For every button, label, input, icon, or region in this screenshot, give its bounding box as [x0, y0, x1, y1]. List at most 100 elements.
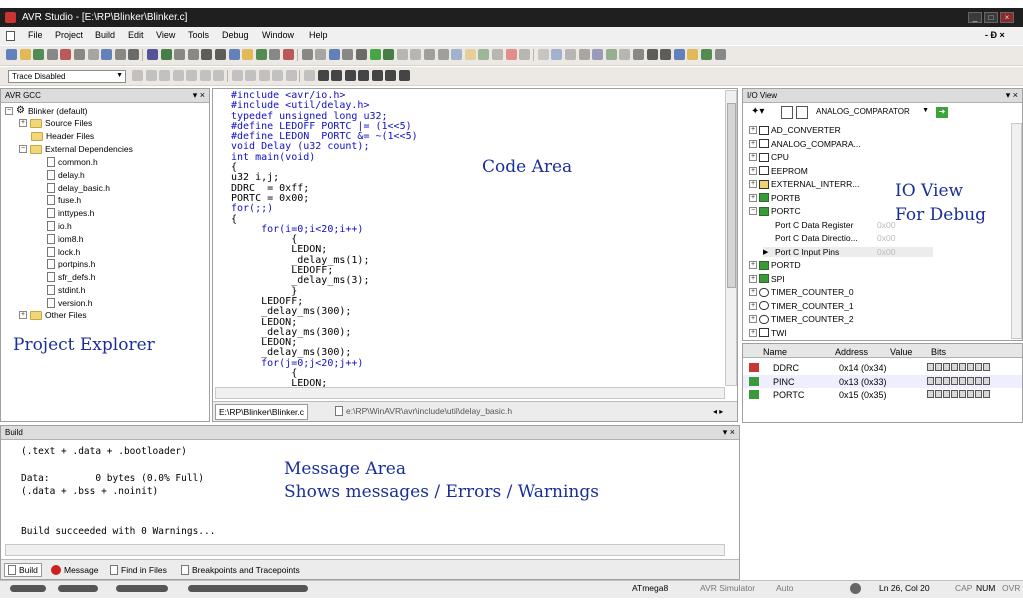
- tree-file[interactable]: version.h: [47, 297, 93, 308]
- toolbar-button-icon[interactable]: [398, 70, 410, 81]
- io-scrollbar[interactable]: [1011, 123, 1022, 339]
- toolbar-button-icon[interactable]: [605, 49, 617, 60]
- col-name[interactable]: Name: [763, 347, 787, 357]
- bit-cell[interactable]: [967, 390, 974, 398]
- toolbar-button-icon[interactable]: [242, 49, 254, 60]
- menu-file[interactable]: File: [28, 30, 43, 40]
- expand-icon[interactable]: +: [749, 261, 757, 269]
- toolbar-button-icon[interactable]: [687, 49, 699, 60]
- toolbar-button-icon[interactable]: [537, 49, 549, 60]
- toolbar-button-icon[interactable]: [492, 49, 503, 60]
- expand-icon[interactable]: +: [749, 193, 757, 202]
- bit-cell[interactable]: [935, 363, 942, 371]
- io-tree-item[interactable]: + SPI: [749, 274, 785, 284]
- toolbar-button-icon[interactable]: [369, 49, 381, 60]
- menu-window[interactable]: Window: [262, 30, 294, 40]
- toolbar-button-icon[interactable]: [660, 49, 672, 60]
- collapse-icon[interactable]: −: [5, 106, 13, 115]
- toolbar-button-icon[interactable]: [172, 70, 184, 81]
- bit-cell[interactable]: [975, 390, 982, 398]
- panel-controls[interactable]: ▾ ×: [723, 427, 735, 438]
- toolbar-button-icon[interactable]: [159, 70, 170, 81]
- expand-icon[interactable]: +: [19, 119, 27, 127]
- view-grid-icon[interactable]: [796, 106, 808, 119]
- bit-cell[interactable]: [959, 363, 966, 371]
- bit-cell[interactable]: [959, 390, 966, 398]
- toolbar-button-icon[interactable]: [213, 70, 224, 81]
- bit-cell[interactable]: [983, 390, 990, 398]
- tab-find-in-files[interactable]: Find in Files: [110, 565, 167, 575]
- io-tree-item[interactable]: + CPU: [749, 152, 789, 162]
- minimize-button[interactable]: _: [968, 12, 982, 23]
- toolbar-button-icon[interactable]: [565, 49, 576, 60]
- toolbar-button-icon[interactable]: [245, 70, 256, 81]
- expand-icon[interactable]: +: [749, 328, 757, 337]
- register-row[interactable]: PORTC 0x15 (0x35): [743, 388, 1022, 401]
- taskbar-pill[interactable]: [116, 585, 168, 592]
- wand-icon[interactable]: ✦▾: [751, 106, 771, 120]
- toolbar-button-icon[interactable]: [551, 49, 563, 60]
- mdi-controls[interactable]: - Ɖ ×: [985, 30, 1005, 40]
- tree-file[interactable]: common.h: [47, 157, 98, 167]
- toolbar-button-icon[interactable]: [317, 70, 329, 81]
- toolbar-button-icon[interactable]: [272, 70, 283, 81]
- toolbar-button-icon[interactable]: [74, 49, 85, 60]
- tree-file[interactable]: sfr_defs.h: [47, 272, 95, 283]
- toolbar-button-icon[interactable]: [215, 49, 226, 60]
- toolbar-button-icon[interactable]: [186, 70, 197, 81]
- toolbar-button-icon[interactable]: [145, 70, 157, 81]
- toolbar-button-icon[interactable]: [646, 49, 658, 60]
- bit-cell[interactable]: [943, 376, 950, 385]
- toolbar-button-icon[interactable]: [714, 49, 726, 60]
- tab-scroll-arrows[interactable]: ◂ ▸: [713, 407, 723, 416]
- toolbar-button-icon[interactable]: [128, 49, 140, 60]
- col-bits[interactable]: Bits: [931, 347, 946, 357]
- bit-cell[interactable]: [951, 363, 958, 371]
- toolbar-button-icon[interactable]: [424, 49, 435, 60]
- toolbar-button-icon[interactable]: [519, 49, 531, 60]
- io-tree-item[interactable]: + AD_CONVERTER: [749, 125, 841, 135]
- tab-build[interactable]: Build: [4, 563, 42, 577]
- device-combo[interactable]: ANALOG_COMPARATOR ▼: [813, 106, 931, 119]
- toolbar-button-icon[interactable]: [451, 49, 463, 60]
- bit-cell[interactable]: [943, 363, 950, 371]
- io-register-item[interactable]: ▶ Port C Input Pins 0x00: [763, 246, 933, 257]
- collapse-icon[interactable]: −: [749, 207, 757, 215]
- toolbar-button-icon[interactable]: [199, 70, 211, 81]
- tree-file[interactable]: fuse.h: [47, 195, 81, 206]
- register-row[interactable]: DDRC 0x14 (0x34): [743, 361, 1022, 374]
- tree-file[interactable]: io.h: [47, 221, 72, 231]
- scroll-thumb[interactable]: [727, 103, 736, 288]
- toolbar-button-icon[interactable]: [619, 49, 631, 60]
- tree-file[interactable]: delay.h: [47, 169, 85, 180]
- io-tree-item[interactable]: + PORTB: [749, 193, 800, 203]
- toolbar-button-icon[interactable]: [255, 49, 267, 60]
- menu-edit[interactable]: Edit: [128, 30, 144, 40]
- expand-icon[interactable]: +: [749, 180, 757, 188]
- vertical-scrollbar[interactable]: [725, 90, 737, 386]
- collapse-icon[interactable]: −: [19, 145, 27, 153]
- toolbar-button-icon[interactable]: [258, 70, 270, 81]
- toolbar-button-icon[interactable]: [673, 49, 685, 60]
- bit-cell[interactable]: [951, 390, 958, 398]
- tree-file[interactable]: inttypes.h: [47, 208, 94, 219]
- bit-cell[interactable]: [935, 390, 942, 398]
- io-tree-item[interactable]: − PORTC: [749, 206, 801, 216]
- register-row[interactable]: PINC 0x13 (0x33): [743, 374, 1022, 388]
- toolbar-button-icon[interactable]: [592, 49, 604, 60]
- expand-icon[interactable]: +: [749, 126, 757, 134]
- tree-file[interactable]: delay_basic.h: [47, 182, 110, 193]
- panel-controls[interactable]: ▾ ×: [1006, 90, 1018, 101]
- menu-debug[interactable]: Debug: [222, 30, 249, 40]
- io-tree-item[interactable]: + TIMER_COUNTER_0: [749, 287, 854, 297]
- io-tree-item[interactable]: + EXTERNAL_INTERR...: [749, 179, 859, 189]
- toolbar-button-icon[interactable]: [383, 49, 395, 60]
- expand-icon[interactable]: +: [749, 288, 757, 296]
- io-tree-item[interactable]: + TWI: [749, 328, 787, 338]
- menu-tools[interactable]: Tools: [188, 30, 209, 40]
- toolbar-button-icon[interactable]: [201, 49, 213, 60]
- build-hscrollbar[interactable]: [5, 544, 725, 556]
- toolbar-button-icon[interactable]: [315, 49, 327, 60]
- bit-cell[interactable]: [927, 390, 934, 398]
- horizontal-scrollbar[interactable]: [215, 387, 725, 399]
